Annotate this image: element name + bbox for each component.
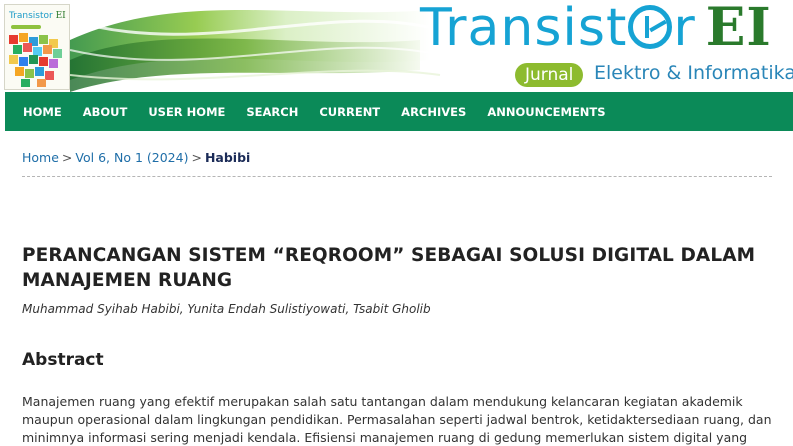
journal-subtitle: Elektro & Informatika [594, 62, 793, 84]
nav-about[interactable]: ABOUT [83, 105, 128, 119]
article-title: PERANCANGAN SISTEM “REQROOM” SEBAGAI SOL… [22, 245, 756, 291]
journal-cover-thumbnail: Transistor EI [4, 4, 70, 90]
nav-search[interactable]: SEARCH [246, 105, 298, 119]
nav-home[interactable]: HOME [23, 105, 62, 119]
abstract-text: Manajemen ruang yang efektif merupakan s… [22, 394, 772, 445]
breadcrumb-home-link[interactable]: Home [22, 150, 59, 165]
cover-sub-bar [11, 25, 41, 29]
main-navigation: HOME ABOUT USER HOME SEARCH CURRENT ARCH… [5, 92, 793, 131]
breadcrumb-divider [22, 176, 772, 177]
breadcrumb-issue-link[interactable]: Vol 6, No 1 (2024) [75, 150, 188, 165]
journal-brand-title: Transist r EI [420, 0, 772, 58]
nav-archives[interactable]: ARCHIVES [401, 105, 466, 119]
cover-title: Transistor EI [9, 11, 66, 21]
breadcrumb-separator: > [191, 150, 202, 165]
jurnal-badge: Jurnal [515, 63, 584, 87]
abstract-heading: Abstract [22, 350, 104, 370]
nav-current[interactable]: CURRENT [319, 105, 380, 119]
breadcrumb-separator: > [61, 150, 73, 165]
nav-user-home[interactable]: USER HOME [148, 105, 225, 119]
article-authors: Muhammad Syihab Habibi, Yunita Endah Sul… [22, 302, 431, 316]
cover-tiles-graphic [9, 33, 62, 87]
header-banner: Transistor EI Transist r EI Jurnal Elekt… [0, 0, 793, 92]
nav-announcements[interactable]: ANNOUNCEMENTS [487, 105, 605, 119]
breadcrumb: Home > Vol 6, No 1 (2024) > Habibi [22, 150, 250, 165]
transistor-symbol-icon [628, 5, 673, 49]
breadcrumb-current[interactable]: Habibi [205, 150, 250, 165]
